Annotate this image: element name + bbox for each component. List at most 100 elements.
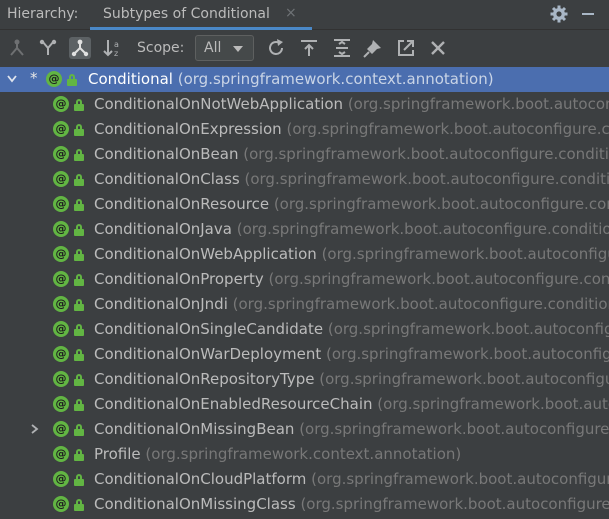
annotation-type-icon: @ [53, 171, 69, 187]
tree-row[interactable]: @ ConditionalOnWebApplication (org.spring… [0, 242, 609, 267]
public-access-icon [74, 124, 84, 136]
annotation-type-icon: @ [53, 246, 69, 262]
package-name: (org.springframework.context.annotation) [145, 445, 462, 463]
class-name: ConditionalOnSingleCandidate [94, 320, 324, 338]
annotation-type-icon: @ [53, 296, 69, 312]
chevron-right-icon[interactable] [29, 423, 39, 435]
package-name: (org.springframework.boot.autoconfigure.… [299, 420, 609, 438]
package-name: (org.springframework.context.annotation) [177, 70, 494, 88]
tree-row[interactable]: @ ConditionalOnJndi (org.springframework.… [0, 292, 609, 317]
annotation-type-icon: @ [53, 221, 69, 237]
pin-icon[interactable] [362, 37, 384, 59]
public-access-icon [74, 399, 84, 411]
annotation-type-icon: @ [53, 196, 69, 212]
package-name: (org.springframework.boot.autoconfigure.… [326, 345, 609, 363]
class-name: Profile [94, 445, 141, 463]
class-hierarchy-icon[interactable] [37, 37, 59, 59]
hierarchy-tree[interactable]: * @ Conditional (org.springframework.con… [0, 67, 609, 519]
expand-all-icon[interactable] [331, 37, 353, 59]
public-access-icon [74, 349, 84, 361]
package-name: (org.springframework.boot.autoconfigure.… [244, 170, 609, 188]
class-name: ConditionalOnEnabledResourceChain [94, 395, 373, 413]
tree-row[interactable]: @ ConditionalOnClass (org.springframework… [0, 167, 609, 192]
class-name: ConditionalOnWebApplication [94, 245, 317, 263]
tab-subtypes-of-conditional[interactable]: Subtypes of Conditional × [90, 0, 312, 30]
class-name: ConditionalOnNotWebApplication [94, 95, 344, 113]
public-access-icon [74, 174, 84, 186]
annotation-type-icon: @ [53, 271, 69, 287]
open-in-window-icon[interactable] [395, 37, 417, 59]
subtypes-hierarchy-icon[interactable] [69, 37, 91, 59]
sort-alphabetically-icon[interactable]: az [102, 37, 124, 59]
package-name: (org.springframework.boot.autoconfigure.… [321, 245, 609, 263]
class-name: ConditionalOnJndi [94, 295, 228, 313]
class-name: ConditionalOnProperty [94, 270, 264, 288]
tree-row[interactable]: @ ConditionalOnMissingBean (org.springfra… [0, 417, 609, 442]
annotation-type-icon: @ [53, 396, 69, 412]
public-access-icon [74, 449, 84, 461]
tree-row[interactable]: @ ConditionalOnMissingClass (org.springfr… [0, 492, 609, 517]
class-name: ConditionalOnJava [94, 220, 232, 238]
class-name: ConditionalOnMissingClass [94, 495, 296, 513]
tree-row[interactable]: @ ConditionalOnRepositoryType (org.spring… [0, 367, 609, 392]
tree-row[interactable]: @ ConditionalOnExpression (org.springfram… [0, 117, 609, 142]
package-name: (org.springframework.boot.autoconfigure.… [286, 120, 609, 138]
tree-row[interactable]: @ ConditionalOnBean (org.springframework.… [0, 142, 609, 167]
tree-row[interactable]: @ ConditionalOnResource (org.springframew… [0, 192, 609, 217]
chevron-down-icon [233, 46, 243, 52]
active-tab-indicator [90, 27, 312, 30]
annotation-type-icon: @ [53, 371, 69, 387]
scope-label: Scope: [137, 40, 185, 56]
tab-title: Subtypes of Conditional [103, 6, 270, 22]
scope-dropdown[interactable]: All [195, 35, 254, 61]
class-name: ConditionalOnExpression [94, 120, 282, 138]
svg-text:a: a [114, 40, 119, 49]
supertypes-hierarchy-icon[interactable] [6, 37, 28, 59]
base-on-this-class-icon[interactable] [298, 37, 320, 59]
tree-row[interactable]: @ ConditionalOnSingleCandidate (org.sprin… [0, 317, 609, 342]
public-access-icon [74, 324, 84, 336]
public-access-icon [74, 149, 84, 161]
tree-row[interactable]: @ ConditionalOnProperty (org.springframew… [0, 267, 609, 292]
public-access-icon [74, 99, 84, 111]
annotation-type-icon: @ [53, 421, 69, 437]
annotation-type-icon: @ [53, 446, 69, 462]
tree-row[interactable]: @ ConditionalOnJava (org.springframework.… [0, 217, 609, 242]
gear-icon[interactable] [549, 4, 569, 24]
public-access-icon [74, 199, 84, 211]
package-name: (org.springframework.boot.autoconfigure.… [236, 220, 609, 238]
class-name: ConditionalOnResource [94, 195, 270, 213]
tab-close-icon[interactable]: × [285, 5, 297, 21]
scope-value: All [204, 40, 222, 56]
package-name: (org.springframework.boot.autoconfigure.… [327, 320, 609, 338]
hierarchy-toolbar: az Scope: All [0, 31, 609, 65]
annotation-type-icon: @ [53, 321, 69, 337]
annotation-type-icon: @ [53, 96, 69, 112]
tree-root-row[interactable]: * @ Conditional (org.springframework.con… [0, 67, 609, 92]
close-icon[interactable] [427, 37, 449, 59]
annotation-type-icon: @ [53, 496, 69, 512]
class-name: ConditionalOnBean [94, 145, 239, 163]
annotation-type-icon: @ [53, 121, 69, 137]
annotation-type-icon: @ [53, 146, 69, 162]
class-name: ConditionalOnClass [94, 170, 240, 188]
class-name: ConditionalOnWarDeployment [94, 345, 322, 363]
class-name: ConditionalOnMissingBean [94, 420, 295, 438]
package-name: (org.springframework.boot.autoconfigure.… [377, 395, 609, 413]
package-name: (org.springframework.boot.autoconfigure.… [311, 470, 609, 488]
package-name: (org.springframework.boot.autoconfigure.… [319, 370, 609, 388]
package-name: (org.springframework.boot.autoconfigure.… [243, 145, 609, 163]
tree-row[interactable]: @ ConditionalOnCloudPlatform (org.springf… [0, 467, 609, 492]
minimize-icon[interactable] [582, 13, 594, 15]
public-access-icon [74, 499, 84, 511]
tree-row[interactable]: @ ConditionalOnWarDeployment (org.springf… [0, 342, 609, 367]
chevron-down-icon[interactable] [7, 73, 17, 85]
tree-row[interactable]: @ ConditionalOnNotWebApplication (org.spr… [0, 92, 609, 117]
public-access-icon [74, 374, 84, 386]
hierarchy-label: Hierarchy: [7, 6, 79, 22]
tree-row[interactable]: @ ConditionalOnEnabledResourceChain (org.… [0, 392, 609, 417]
refresh-icon[interactable] [265, 37, 287, 59]
public-access-icon [74, 224, 84, 236]
tree-row[interactable]: @ Profile (org.springframework.context.an… [0, 442, 609, 467]
annotation-type-icon: @ [46, 71, 62, 87]
